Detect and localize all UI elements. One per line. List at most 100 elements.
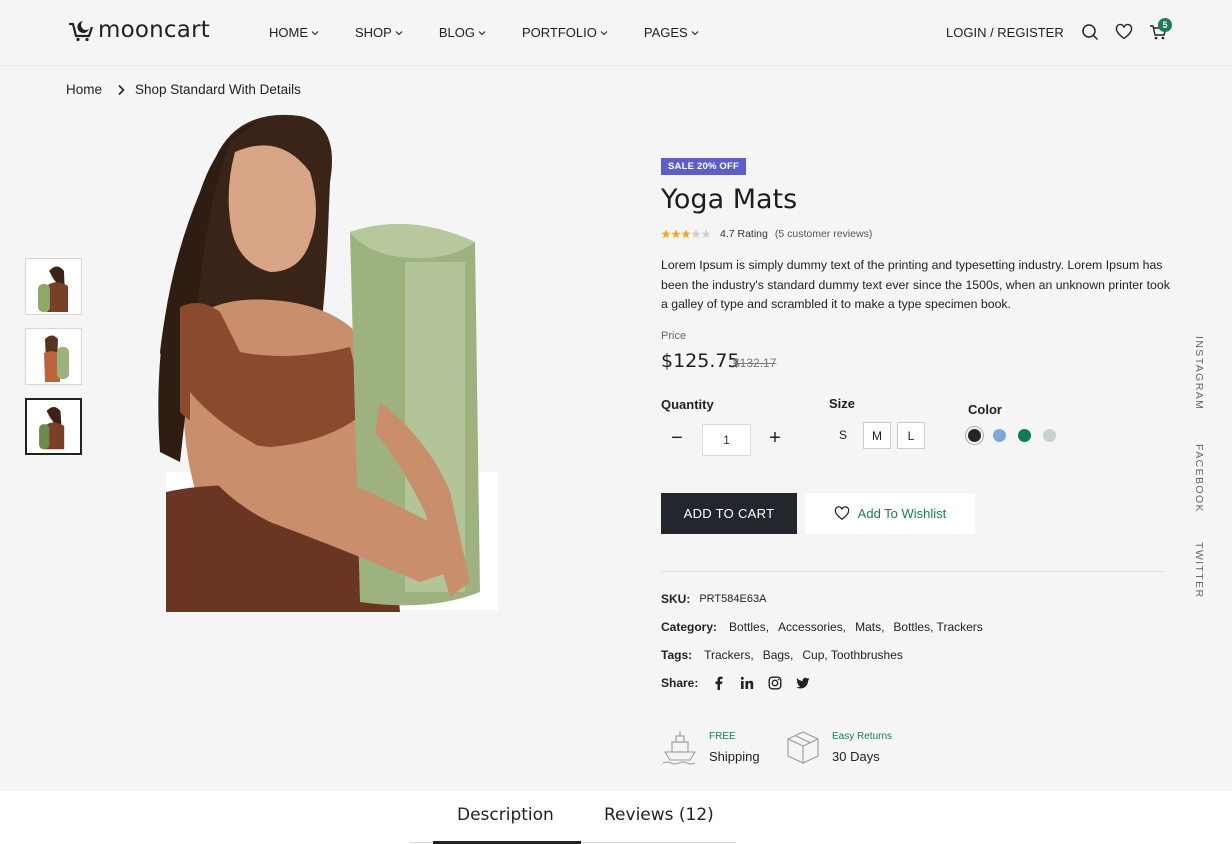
product-title: Yoga Mats [661, 184, 798, 215]
color-swatch-green[interactable] [1018, 429, 1031, 442]
breadcrumb-home[interactable]: Home [66, 82, 102, 97]
logo[interactable]: mooncart [68, 17, 210, 43]
nav-pages[interactable]: PAGES [644, 25, 699, 40]
free-shipping-text: FREE Shipping [709, 731, 760, 764]
quantity-increase-button[interactable]: + [765, 428, 785, 448]
feature-small-text: Easy Returns [832, 730, 893, 742]
price-label: Price [661, 330, 687, 342]
size-option-s[interactable]: S [829, 422, 857, 449]
linkedin-icon[interactable] [740, 676, 754, 690]
tags-label: Tags: [661, 648, 693, 662]
share-row: Share: [661, 676, 824, 690]
nav-blog-label: BLOG [438, 25, 475, 40]
reviews-link[interactable]: (5 customer reviews) [775, 228, 872, 240]
color-swatch-blue[interactable] [993, 429, 1006, 442]
sku-label: SKU: [661, 592, 691, 606]
nav-shop-label: SHOP [355, 25, 392, 40]
tag-link[interactable]: Trackers, [704, 648, 754, 662]
rating-text: 4.7 Rating [720, 228, 768, 240]
product-main-image [158, 114, 498, 612]
color-swatch-black[interactable] [968, 429, 981, 442]
cart-count-badge: 5 [1158, 18, 1172, 32]
product-description: Lorem Ipsum is simply dummy text of the … [661, 258, 1170, 312]
nav-shop[interactable]: SHOP [355, 25, 403, 40]
wishlist-label: Add To Wishlist [857, 506, 947, 521]
product-thumbnail-1[interactable] [25, 258, 82, 315]
rating-row: 4.7 Rating (5 customer reviews) [661, 228, 872, 240]
share-label: Share: [661, 676, 699, 690]
easy-returns-feature: Easy Returns 30 Days [784, 728, 892, 766]
sku-value: PRT584E63A [699, 593, 767, 605]
thumbnail-image [26, 259, 81, 314]
chevron-down-icon [395, 30, 403, 35]
quantity-input[interactable] [702, 424, 751, 456]
divider [661, 571, 1165, 572]
size-option-m[interactable]: M [863, 422, 891, 449]
moon-cart-logo-icon [69, 21, 94, 42]
sku-row: SKU: PRT584E63A [661, 592, 766, 606]
tag-link[interactable]: Cup, Toothbrushes [802, 648, 903, 662]
nav-pages-label: PAGES [643, 25, 688, 40]
facebook-icon[interactable] [712, 676, 726, 690]
category-link[interactable]: Accessories, [778, 620, 846, 634]
login-register-link[interactable]: LOGIN / REGISTER [946, 25, 1064, 40]
tag-link[interactable]: Bags, [763, 648, 794, 662]
nav-blog[interactable]: BLOG [439, 25, 486, 40]
product-thumbnail-3[interactable] [25, 398, 82, 455]
box-icon [787, 731, 819, 764]
product-thumbnail-2[interactable] [25, 328, 82, 385]
chevron-down-icon [691, 30, 699, 35]
main-nav: HOME SHOP BLOG PORTFOLIO PAGES [269, 25, 735, 40]
heart-icon [834, 506, 849, 521]
heart-icon[interactable] [1115, 23, 1133, 41]
thumbnail-image [27, 400, 80, 453]
price: $125.75 [661, 350, 740, 372]
rating-stars [661, 229, 711, 239]
add-to-cart-button[interactable]: ADD TO CART [661, 493, 797, 534]
feature-big-text: 30 Days [832, 748, 880, 764]
color-swatch-grey[interactable] [1043, 429, 1056, 442]
logo-text: mooncart [98, 17, 210, 43]
social-twitter-link[interactable]: TWITTER [1193, 542, 1205, 598]
category-link[interactable]: Bottles, Trackers [893, 620, 982, 634]
chevron-right-icon [118, 84, 125, 95]
quantity-label: Quantity [661, 397, 714, 412]
breadcrumb-current: Shop Standard With Details [135, 82, 301, 97]
tags-row: Tags: Trackers, Bags, Cup, Toothbrushes [661, 648, 912, 662]
category-row: Category: Bottles, Accessories, Mats, Bo… [661, 620, 992, 634]
add-to-wishlist-button[interactable]: Add To Wishlist [805, 493, 975, 534]
nav-portfolio[interactable]: PORTFOLIO [522, 25, 608, 40]
category-label: Category: [661, 620, 718, 634]
breadcrumb: Home Shop Standard With Details [66, 82, 301, 97]
quantity-decrease-button[interactable]: − [667, 428, 687, 448]
search-icon[interactable] [1081, 23, 1099, 41]
thumbnail-image [26, 329, 81, 384]
nav-home[interactable]: HOME [269, 25, 319, 40]
site-header: mooncart HOME SHOP BLOG PORTFOLIO PAGES … [0, 0, 1232, 66]
feature-big-text: Shipping [709, 748, 760, 764]
chevron-down-icon [478, 30, 486, 35]
category-link[interactable]: Mats, [855, 620, 884, 634]
star-filled-icon [671, 229, 681, 239]
color-label: Color [968, 402, 1002, 417]
old-price: $132.17 [733, 356, 777, 370]
nav-home-label: HOME [269, 25, 308, 40]
category-link[interactable]: Bottles, [729, 620, 769, 634]
size-label: Size [829, 396, 856, 411]
chevron-down-icon [600, 30, 608, 35]
sale-badge: SALE 20% OFF [661, 158, 747, 175]
tab-reviews[interactable]: Reviews (12) [604, 805, 714, 825]
social-facebook-link[interactable]: FACEBOOK [1193, 444, 1205, 513]
ship-icon [662, 731, 696, 765]
easy-returns-text: Easy Returns 30 Days [832, 731, 892, 764]
free-shipping-feature: FREE Shipping [661, 728, 760, 766]
instagram-icon[interactable] [768, 676, 782, 690]
tab-description[interactable]: Description [457, 805, 554, 825]
star-empty-icon [701, 229, 711, 239]
social-instagram-link[interactable]: INSTAGRAM [1193, 336, 1205, 410]
size-option-l[interactable]: L [897, 422, 925, 449]
chevron-down-icon [311, 30, 319, 35]
twitter-icon[interactable] [796, 676, 810, 690]
star-empty-icon [691, 229, 701, 239]
star-filled-icon [661, 229, 671, 239]
